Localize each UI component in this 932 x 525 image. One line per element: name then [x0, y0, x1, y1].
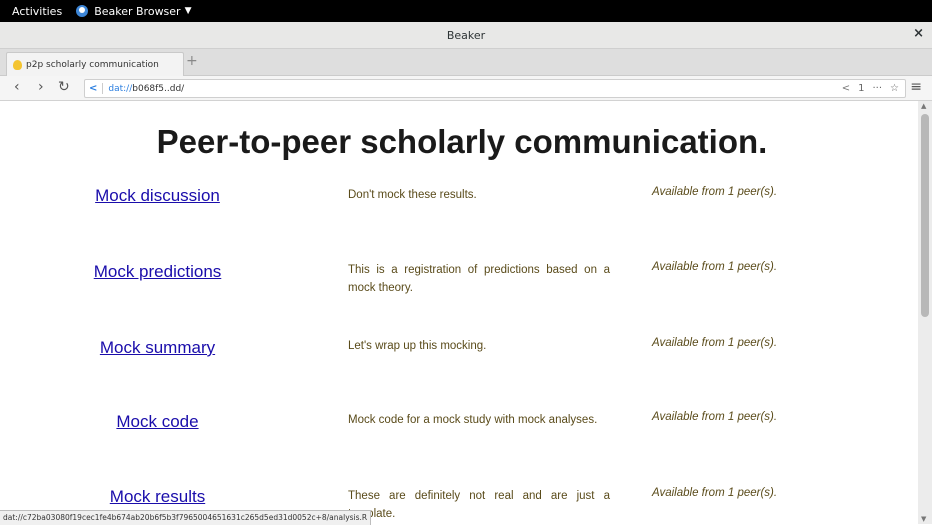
item-availability: Available from 1 peer(s).	[652, 261, 778, 273]
lightbulb-favicon-icon	[13, 59, 22, 70]
window-title-bar: Beaker ×	[0, 22, 932, 49]
dropdown-caret-icon: ▼	[184, 6, 192, 16]
scrollbar-thumb[interactable]	[921, 114, 929, 317]
hamburger-menu-icon[interactable]: ≡	[910, 79, 922, 95]
vertical-scrollbar[interactable]: ▲ ▼	[918, 101, 932, 524]
new-tab-button[interactable]: +	[186, 53, 198, 69]
item-availability: Available from 1 peer(s).	[652, 411, 778, 423]
reload-icon[interactable]: ↻	[58, 79, 70, 95]
system-top-bar: Activities Beaker Browser ▼	[0, 0, 932, 22]
address-bar-actions: < 1 ··· ☆	[842, 83, 899, 94]
navigation-bar: ‹ › ↻ < dat:// b068f5..dd/ < 1 ··· ☆ ≡	[0, 76, 932, 101]
list-item: Mock summary Let's wrap up this mocking.…	[0, 337, 918, 377]
address-bar[interactable]: < dat:// b068f5..dd/ < 1 ··· ☆	[84, 79, 906, 98]
list-item: Mock predictions This is a registration …	[0, 261, 918, 301]
item-title-link[interactable]: Mock code	[40, 412, 275, 432]
item-title-link[interactable]: Mock predictions	[40, 262, 275, 282]
bookmark-star-icon[interactable]: ☆	[890, 83, 899, 94]
item-description: This is a registration of predictions ba…	[348, 264, 610, 294]
item-availability: Available from 1 peer(s).	[652, 487, 778, 499]
tab-title: p2p scholarly communication	[26, 59, 159, 70]
list-item: Mock code Mock code for a mock study wit…	[0, 411, 918, 451]
close-window-icon[interactable]: ×	[913, 26, 924, 41]
share-network-icon[interactable]: <	[89, 83, 97, 94]
item-title-link[interactable]: Mock results	[40, 487, 275, 507]
item-description: Let's wrap up this mocking.	[348, 340, 487, 352]
activities-button[interactable]: Activities	[12, 5, 62, 18]
peer-share-icon[interactable]: <	[842, 83, 850, 94]
item-description: These are definitely not real and are ju…	[348, 490, 610, 520]
beaker-app-icon	[76, 5, 89, 17]
app-menu[interactable]: Beaker Browser ▼	[76, 4, 192, 18]
item-title-link[interactable]: Mock summary	[40, 338, 275, 358]
back-icon[interactable]: ‹	[14, 79, 20, 95]
list-item: Mock discussion Don't mock these results…	[0, 186, 918, 226]
scroll-down-icon[interactable]: ▼	[921, 515, 926, 523]
item-description: Mock code for a mock study with mock ana…	[348, 414, 598, 426]
item-availability: Available from 1 peer(s).	[652, 337, 778, 349]
scroll-up-icon[interactable]: ▲	[921, 102, 926, 110]
window-title: Beaker	[446, 28, 486, 42]
browser-tab[interactable]: p2p scholarly communication	[6, 52, 184, 76]
more-options-icon[interactable]: ···	[872, 83, 882, 94]
item-title-link[interactable]: Mock discussion	[40, 186, 275, 206]
item-availability: Available from 1 peer(s).	[652, 186, 778, 198]
tab-strip: p2p scholarly communication +	[0, 49, 932, 76]
page-content: Peer-to-peer scholarly communication. Mo…	[0, 101, 918, 524]
link-status-bar: dat://c72ba03080f19cec1fe4b674ab20b6f5b3…	[0, 510, 372, 525]
url-host: b068f5..dd/	[132, 83, 185, 94]
url-scheme: dat://	[108, 83, 133, 94]
app-menu-label: Beaker Browser	[94, 4, 181, 18]
item-description: Don't mock these results.	[348, 189, 477, 201]
peer-count: 1	[858, 83, 865, 94]
address-divider	[102, 83, 104, 94]
forward-icon[interactable]: ›	[38, 79, 44, 95]
page-title: Peer-to-peer scholarly communication.	[156, 123, 768, 160]
